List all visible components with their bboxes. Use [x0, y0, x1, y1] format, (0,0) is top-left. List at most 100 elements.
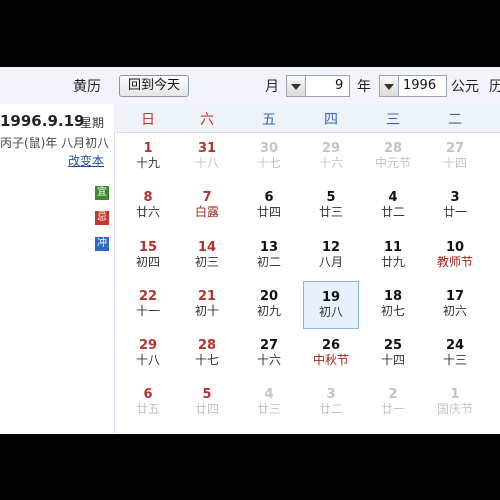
day-cell[interactable]: 18 初七: [365, 281, 421, 329]
day-cell[interactable]: 1 十九: [120, 133, 176, 181]
day-cell[interactable]: 6 廿五: [120, 379, 176, 427]
lunar-day: 十九: [135, 156, 160, 170]
day-cell[interactable]: 20 初九: [241, 281, 297, 329]
chevron-down-icon[interactable]: [287, 76, 306, 96]
weekday-label: 日: [141, 112, 155, 128]
day-cell[interactable]: 21 初十: [179, 281, 235, 329]
day-cell[interactable]: 3 廿二: [303, 379, 359, 427]
day-number: 27: [445, 141, 465, 156]
day-cell[interactable]: 25 十四: [365, 330, 421, 378]
lunar-day: 初三: [194, 255, 219, 269]
day-number: 10: [445, 240, 465, 255]
day-cell[interactable]: 5 廿四: [179, 379, 235, 427]
day-number: 2: [388, 387, 398, 402]
day-number: 12: [321, 240, 341, 255]
day-detail-panel: 1996.9.19 星期 丙子(鼠)年 八月初八 改变本 宜 忌 冲: [0, 104, 115, 434]
lunar-day: 廿五: [135, 402, 160, 416]
day-cell[interactable]: 8 廿六: [120, 182, 176, 230]
day-cell[interactable]: 12 八月: [303, 232, 359, 280]
lunar-day: 中元节: [374, 156, 411, 170]
lunar-day: 初二: [256, 255, 281, 269]
weekday-label: 一: [488, 109, 500, 129]
weekday-label: 三: [386, 112, 400, 128]
day-cell[interactable]: 5 廿三: [303, 182, 359, 230]
day-number: 13: [259, 240, 279, 255]
lunar-day: 初十: [194, 304, 219, 318]
day-number: 3: [326, 387, 336, 402]
day-cell[interactable]: 28 十七: [179, 330, 235, 378]
lunar-date: 丙子(鼠)年 八月初八: [0, 136, 110, 150]
lunar-day: 廿一: [380, 402, 405, 416]
day-cell[interactable]: 29 十六: [303, 133, 359, 181]
day-number: 28: [197, 338, 217, 353]
lunar-day: 十七: [194, 353, 219, 367]
day-cell[interactable]: 11 廿九: [365, 232, 421, 280]
day-cell[interactable]: 15 初四: [120, 232, 176, 280]
month-select[interactable]: 9: [286, 75, 350, 97]
lunar-day: 十四: [442, 156, 467, 170]
lunar-day: 初八: [318, 305, 343, 319]
lunar-day: 廿六: [135, 205, 160, 219]
day-number: 3: [450, 190, 460, 205]
year-value: 1996: [403, 78, 437, 93]
weekday-header: 日 六 五 四 三 二 一: [114, 104, 500, 133]
day-cell[interactable]: 31 十八: [179, 133, 235, 181]
lunar-day: 廿九: [380, 255, 405, 269]
lunar-day: 十八: [135, 353, 160, 367]
day-cell[interactable]: 2 廿一: [365, 379, 421, 427]
day-number: 30: [259, 141, 279, 156]
day-number: 25: [383, 338, 403, 353]
lunar-day: 廿三: [256, 402, 281, 416]
weekday-label: 四: [324, 112, 338, 128]
day-cell[interactable]: 19 初八: [303, 281, 359, 329]
toolbar: 黄历 回到今天 月 9 年 1996 公元 历: [0, 67, 500, 105]
day-cell[interactable]: 17 初六: [427, 281, 483, 329]
day-cell[interactable]: 4 廿三: [241, 379, 297, 427]
era-label: 公元: [451, 79, 479, 95]
lunar-day: 白露: [194, 205, 219, 219]
month-grid: 1 十九 31 十八 30 十七 29 十六 28 中元节 27 十四 8 廿六 7 白露 6 廿四 5 廿三 4 廿二 3…: [114, 133, 500, 434]
day-number: 4: [264, 387, 274, 402]
day-cell[interactable]: 26 中秋节: [303, 330, 359, 378]
back-to-today-button[interactable]: 回到今天: [119, 75, 189, 97]
day-cell[interactable]: 22 十一: [120, 281, 176, 329]
day-number: 6: [143, 387, 153, 402]
day-cell[interactable]: 30 十七: [241, 133, 297, 181]
day-cell[interactable]: 27 十六: [241, 330, 297, 378]
lunar-day: 国庆节: [436, 402, 473, 416]
day-cell[interactable]: 14 初三: [179, 232, 235, 280]
day-cell[interactable]: 13 初二: [241, 232, 297, 280]
lunar-day: 十三: [442, 353, 467, 367]
lunar-day: 十一: [135, 304, 160, 318]
clash-badge: 冲: [95, 237, 109, 251]
year-select[interactable]: 1996: [379, 75, 447, 97]
day-cell[interactable]: 10 教师节: [427, 232, 483, 280]
weekday-label: 二: [448, 112, 462, 128]
day-number: 5: [202, 387, 212, 402]
chevron-down-icon[interactable]: [380, 76, 399, 96]
day-cell[interactable]: 29 十八: [120, 330, 176, 378]
day-number: 6: [264, 190, 274, 205]
month-label: 月: [265, 79, 279, 95]
lunar-day: 廿一: [442, 205, 467, 219]
day-number: 20: [259, 289, 279, 304]
lunar-day: 廿四: [194, 402, 219, 416]
day-cell[interactable]: 7 白露: [179, 182, 235, 230]
day-cell[interactable]: 24 十三: [427, 330, 483, 378]
selected-date: 1996.9.19: [0, 112, 85, 130]
lunar-day: 廿二: [318, 402, 343, 416]
day-number: 15: [138, 240, 158, 255]
selected-weekday: 星期: [80, 116, 105, 130]
day-cell[interactable]: 27 十四: [427, 133, 483, 181]
day-cell[interactable]: 6 廿四: [241, 182, 297, 230]
day-number: 28: [383, 141, 403, 156]
lunar-day: 十四: [380, 353, 405, 367]
calendar-type-label: 历: [489, 79, 500, 95]
year-label: 年: [357, 79, 371, 95]
day-cell[interactable]: 3 廿一: [427, 182, 483, 230]
change-link[interactable]: 改变本: [68, 152, 104, 169]
day-cell[interactable]: 28 中元节: [365, 133, 421, 181]
day-cell[interactable]: 4 廿二: [365, 182, 421, 230]
day-cell[interactable]: 1 国庆节: [427, 379, 483, 427]
day-number: 1: [143, 141, 153, 156]
